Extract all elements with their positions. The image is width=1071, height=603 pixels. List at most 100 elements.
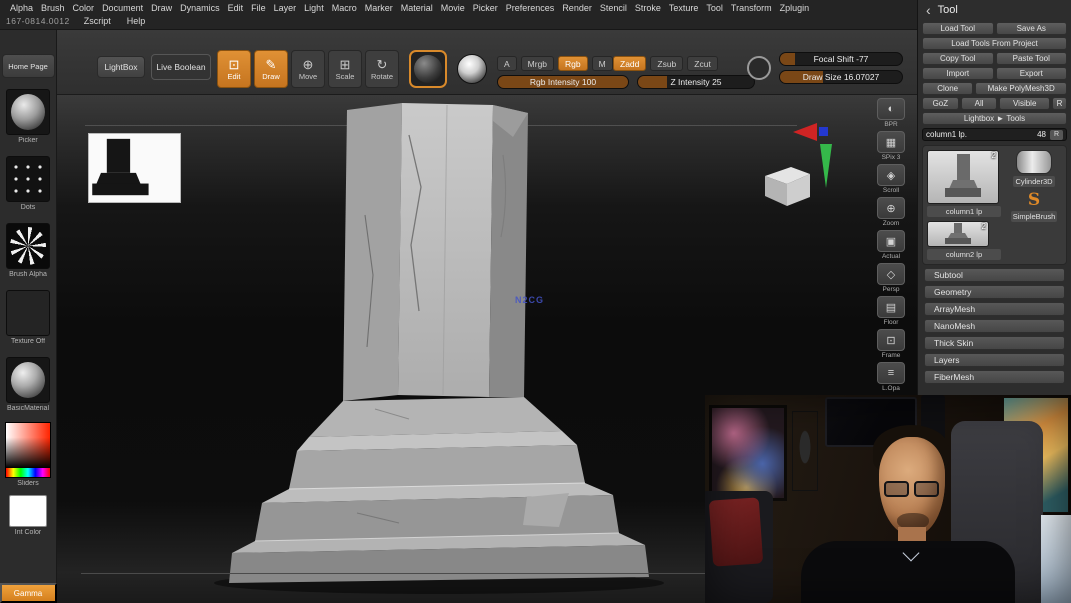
menu-item[interactable]: Dynamics (176, 2, 224, 14)
tool-subpalette-button[interactable]: Layers (924, 353, 1065, 367)
mode-icon: ✎ (266, 57, 277, 72)
paint-mode-toggle[interactable]: Rgb (558, 56, 588, 71)
menu-item[interactable]: Preferences (502, 2, 559, 14)
live-boolean-button[interactable]: Live Boolean (151, 54, 211, 80)
menu-item[interactable]: Help (123, 15, 150, 27)
z-intensity-slider[interactable]: Z Intensity 25 (637, 75, 755, 89)
cylinder3d-thumbnail[interactable] (1016, 150, 1052, 174)
goz-button[interactable]: GoZ (922, 97, 959, 110)
menu-item[interactable]: Zplugin (776, 2, 814, 14)
slider-r-button[interactable]: R (1050, 130, 1063, 140)
right-shelf-button[interactable]: ▤ Floor (873, 296, 909, 326)
right-shelf-button[interactable]: ▣ Actual (873, 230, 909, 260)
color-picker-spectrum[interactable] (6, 468, 50, 477)
recent-tool-label: column2 lp (927, 249, 1001, 260)
focal-shift-slider[interactable]: Focal Shift -77 (779, 52, 903, 66)
menu-item[interactable]: Stroke (631, 2, 665, 14)
menu-item[interactable]: Texture (665, 2, 703, 14)
export-button[interactable]: Export (996, 67, 1068, 80)
current-color-swatch[interactable] (9, 495, 47, 527)
tool-subpalette-button[interactable]: NanoMesh (924, 319, 1065, 333)
chevron-left-icon[interactable]: ‹ (926, 2, 931, 18)
tool-row-copy: Copy Tool Paste Tool (922, 52, 1067, 65)
right-shelf-button[interactable]: ◇ Persp (873, 263, 909, 293)
lightbox-tools-button[interactable]: Lightbox ► Tools (922, 112, 1067, 125)
mode-button[interactable]: ⊞ Scale (328, 50, 362, 88)
menu-item[interactable]: Transform (727, 2, 776, 14)
current-brush-icon[interactable] (457, 54, 487, 84)
menu-item[interactable]: Tool (702, 2, 727, 14)
simplebrush-icon[interactable]: S (1028, 191, 1040, 209)
right-shelf-button[interactable]: ≡ L.Opa (873, 362, 909, 392)
import-button[interactable]: Import (922, 67, 994, 80)
stroke-preview-icon[interactable] (747, 56, 771, 80)
texture-thumbnail[interactable] (6, 290, 50, 336)
stroke-thumbnail[interactable] (6, 156, 50, 202)
sculpt-mode-toggle[interactable]: Zcut (687, 56, 718, 71)
color-picker[interactable] (5, 422, 51, 478)
home-page-button[interactable]: Home Page (2, 54, 55, 78)
right-shelf-button[interactable]: ▦ SPix 3 (873, 131, 909, 161)
menu-item[interactable]: Alpha (6, 2, 37, 14)
r-button[interactable]: R (1052, 97, 1067, 110)
right-shelf-button[interactable]: ⊕ Zoom (873, 197, 909, 227)
mode-button[interactable]: ✎ Draw (254, 50, 288, 88)
menu-item[interactable]: Brush (37, 2, 69, 14)
right-shelf-button[interactable]: ◐ BPR (873, 98, 909, 128)
tool-subpalette-button[interactable]: ArrayMesh (924, 302, 1065, 316)
paste-tool-button[interactable]: Paste Tool (996, 52, 1068, 65)
menu-item[interactable]: Edit (224, 2, 248, 14)
load-tools-from-project-button[interactable]: Load Tools From Project (922, 37, 1067, 50)
copy-tool-button[interactable]: Copy Tool (922, 52, 994, 65)
menu-item[interactable]: Macro (328, 2, 361, 14)
current-material-button[interactable] (409, 50, 447, 88)
menu-item[interactable]: Document (98, 2, 147, 14)
menu-item[interactable]: Stencil (596, 2, 631, 14)
menu-item[interactable]: File (247, 2, 270, 14)
mode-button[interactable]: ⊕ Move (291, 50, 325, 88)
clone-button[interactable]: Clone (922, 82, 973, 95)
menu-item[interactable]: Zscript (80, 15, 115, 27)
menu-item[interactable]: Marker (361, 2, 397, 14)
tool-subpalette-button[interactable]: Subtool (924, 268, 1065, 282)
menu-item[interactable]: Light (300, 2, 328, 14)
material-thumbnail[interactable] (6, 357, 50, 403)
menu-item[interactable]: Movie (437, 2, 469, 14)
gamma-button[interactable]: Gamma (0, 583, 57, 603)
right-shelf-button[interactable]: ⊡ Frame (873, 329, 909, 359)
paint-mode-toggle[interactable]: A (497, 56, 517, 71)
recent-tool-thumbnail[interactable]: 2 (927, 221, 989, 247)
tool-palette-header: ‹ Tool (918, 0, 1071, 20)
right-shelf-label: Frame (882, 352, 901, 359)
menu-item[interactable]: Render (558, 2, 596, 14)
sculpt-mode-toggle[interactable]: Zsub (650, 56, 683, 71)
menu-item[interactable]: Material (397, 2, 437, 14)
right-shelf-icon: ⊕ (877, 197, 905, 219)
menu-item[interactable]: Layer (270, 2, 301, 14)
paint-mode-toggle[interactable]: Mrgb (521, 56, 554, 71)
make-polymesh3d-button[interactable]: Make PolyMesh3D (975, 82, 1067, 95)
save-as-button[interactable]: Save As (996, 22, 1068, 35)
color-picker-gradient[interactable] (6, 423, 50, 468)
right-shelf-button[interactable]: ◈ Scroll (873, 164, 909, 194)
alpha-thumbnail[interactable] (6, 223, 50, 269)
mode-button[interactable]: ⊡ Edit (217, 50, 251, 88)
sculpt-mode-toggle[interactable]: Zadd (613, 56, 646, 71)
visible-button[interactable]: Visible (999, 97, 1050, 110)
rgb-intensity-slider[interactable]: Rgb Intensity 100 (497, 75, 629, 89)
menu-item[interactable]: Picker (469, 2, 502, 14)
tool-subpalette-button[interactable]: Thick Skin (924, 336, 1065, 350)
active-tool-thumbnail[interactable]: 2 (927, 150, 999, 204)
tool-subpalette-button[interactable]: Geometry (924, 285, 1065, 299)
menu-item[interactable]: Color (69, 2, 99, 14)
lightbox-button[interactable]: LightBox (97, 56, 145, 78)
draw-size-slider[interactable]: Draw Size 16.07027 (779, 70, 903, 84)
tool-subpalette-button[interactable]: FiberMesh (924, 370, 1065, 384)
paint-mode-toggle[interactable]: M (592, 56, 613, 71)
load-tool-button[interactable]: Load Tool (922, 22, 994, 35)
mode-button[interactable]: ↻ Rotate (365, 50, 399, 88)
all-button[interactable]: All (961, 97, 998, 110)
active-tool-slider[interactable]: column1 lp. 48 R (922, 128, 1067, 141)
menu-item[interactable]: Draw (147, 2, 176, 14)
brush-thumbnail[interactable] (6, 89, 50, 135)
